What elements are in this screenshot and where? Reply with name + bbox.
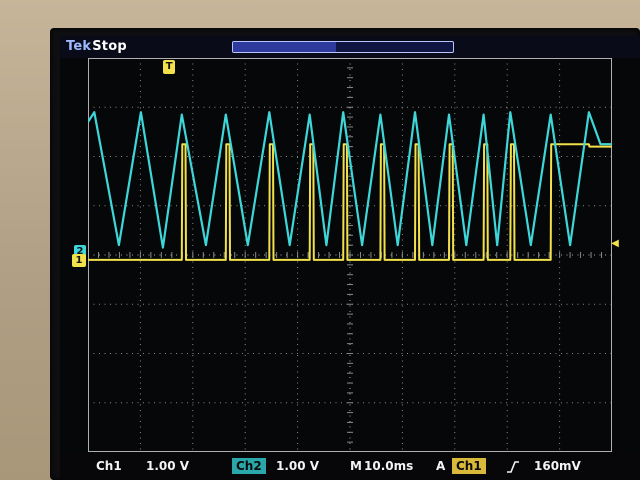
ch1-label[interactable]: Ch1 — [96, 458, 122, 474]
trigger-source[interactable]: Ch1 — [452, 458, 486, 474]
timebase[interactable]: 10.0ms — [364, 458, 413, 474]
brand-and-run-state: TekStop — [66, 39, 127, 55]
trigger-level-arrow[interactable]: ◀ — [610, 237, 620, 250]
trigger-position-marker[interactable]: T — [163, 60, 176, 74]
waveform-graticule — [88, 58, 612, 452]
record-view-window[interactable] — [233, 42, 337, 52]
ch1-scale[interactable]: 1.00 V — [146, 458, 189, 474]
time-prefix: M — [350, 459, 362, 473]
trigger-prefix: A — [436, 459, 446, 473]
ch2-label[interactable]: Ch2 — [232, 458, 266, 474]
ch1-ground-marker[interactable]: 1 — [72, 253, 86, 267]
record-length-bar[interactable] — [232, 41, 454, 53]
trigger-level[interactable]: 160mV — [534, 458, 581, 474]
brand-logo: Tek — [66, 39, 92, 54]
trigger-slope-icon[interactable] — [506, 458, 520, 474]
bottom-readout-bar: Ch1 1.00 V Ch2 1.00 V M 10.0ms A Ch1 160… — [60, 452, 640, 480]
ch2-scale[interactable]: 1.00 V — [276, 458, 319, 474]
oscilloscope-screen: TekStop T 2 1 ◀ Ch1 1.00 V Ch2 1.00 V M … — [60, 36, 640, 480]
run-state[interactable]: Stop — [92, 39, 127, 54]
top-status-bar: TekStop — [60, 36, 640, 58]
